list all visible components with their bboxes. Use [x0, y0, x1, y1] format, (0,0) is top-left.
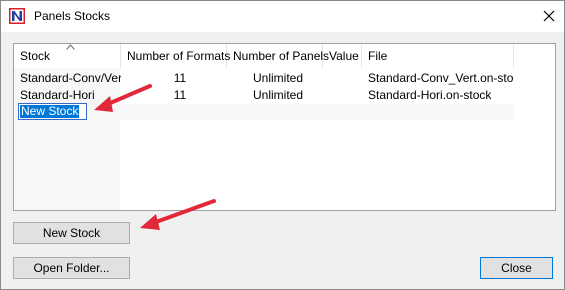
- column-header-panels[interactable]: Number of Panels: [227, 44, 329, 68]
- column-header-formats[interactable]: Number of Formats: [121, 44, 231, 68]
- column-header-file[interactable]: File: [362, 44, 514, 68]
- cell-file: Standard-Conv_Vert.on-stock: [368, 71, 514, 85]
- window-title: Panels Stocks: [34, 9, 111, 23]
- cell-stock: Standard-Hori: [20, 88, 95, 102]
- title-bar: Panels Stocks: [1, 1, 564, 32]
- sort-ascending-icon: [66, 44, 75, 50]
- column-header-label: File: [368, 49, 388, 63]
- N-logo-icon: [9, 8, 25, 24]
- column-header-label: Stock: [20, 49, 51, 63]
- list-header: Stock Number of Formats Number of Panels…: [14, 44, 514, 68]
- open-folder-button[interactable]: Open Folder...: [13, 257, 130, 279]
- close-icon: [543, 10, 555, 22]
- panels-stocks-dialog: Panels Stocks Stock Number of Formats Nu…: [0, 0, 565, 290]
- table-row[interactable]: Standard-Hori 11 Unlimited Standard-Hori…: [14, 87, 514, 103]
- column-header-label: Value: [329, 49, 359, 63]
- cell-panels: Unlimited: [252, 88, 303, 102]
- new-stock-button[interactable]: New Stock: [13, 222, 130, 244]
- close-window-button[interactable]: [535, 3, 563, 29]
- new-stock-name-input[interactable]: New Stock: [18, 103, 87, 120]
- column-header-label: Number of Panels: [233, 49, 330, 63]
- cell-file: Standard-Hori.on-stock: [368, 88, 492, 102]
- column-header-value[interactable]: Value: [323, 44, 362, 68]
- cell-stock: Standard-Conv/Vert: [20, 71, 121, 85]
- column-header-stock[interactable]: Stock: [14, 44, 121, 68]
- cell-value: [323, 70, 362, 86]
- cell-formats: 11: [173, 88, 187, 102]
- table-row[interactable]: Standard-Conv/Vert 11 Unlimited Standard…: [14, 70, 514, 86]
- selected-text: New Stock: [20, 104, 80, 118]
- cell-value: [323, 87, 362, 103]
- close-button[interactable]: Close: [480, 257, 553, 279]
- stocks-list[interactable]: Stock Number of Formats Number of Panels…: [13, 43, 556, 211]
- cell-panels: Unlimited: [252, 71, 303, 85]
- column-header-label: Number of Formats: [127, 49, 231, 63]
- table-row-new[interactable]: [14, 104, 514, 120]
- cell-formats: 11: [173, 71, 187, 85]
